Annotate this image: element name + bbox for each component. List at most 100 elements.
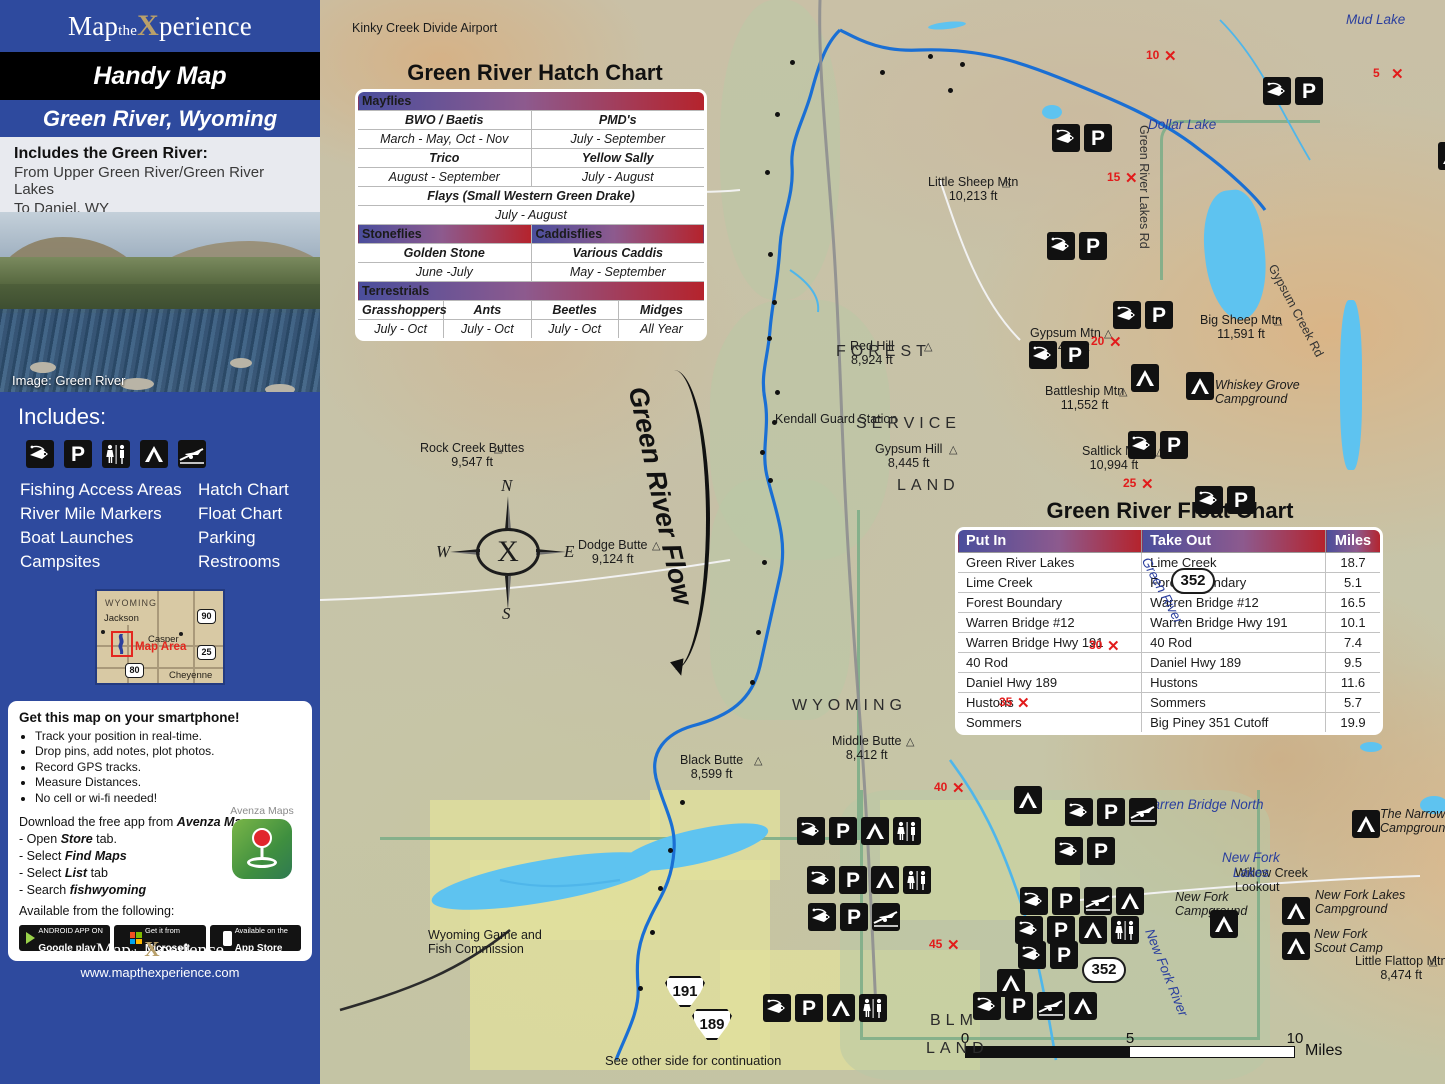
river-mile-marker: 35 bbox=[999, 695, 1013, 709]
parking-icon: P bbox=[1097, 798, 1125, 826]
float-chart-row: 40 Rod Daniel Hwy 189 9.5 bbox=[958, 652, 1380, 673]
mile-marker-cross-icon: ✕ bbox=[1391, 66, 1404, 83]
hatch-insect-name: Golden Stone bbox=[358, 243, 532, 263]
avenza-map-pin-icon bbox=[232, 818, 292, 879]
map-facility-icon-group[interactable] bbox=[1014, 786, 1042, 814]
river-access-point bbox=[658, 886, 663, 891]
hatch-section-label: Caddisflies bbox=[530, 224, 704, 244]
peak-triangle-icon: △ bbox=[906, 736, 915, 748]
map-facility-icon-group[interactable]: P bbox=[1128, 431, 1188, 459]
fishing-access-icon bbox=[763, 994, 791, 1022]
scale-tick-5: 5 bbox=[1125, 1030, 1135, 1047]
hatch-section-header: Mayflies bbox=[358, 92, 704, 111]
map-facility-icon-group[interactable] bbox=[1282, 932, 1310, 960]
float-chart-row: Green River Lakes Lime Creek 18.7 bbox=[958, 552, 1380, 573]
scale-bar-labels: 0 5 10 bbox=[961, 1030, 1304, 1047]
mile-marker-cross-icon: ✕ bbox=[1107, 638, 1120, 655]
svg-text:P: P bbox=[71, 443, 85, 466]
map-facility-icon-group[interactable]: P bbox=[1065, 798, 1157, 826]
map-facility-icon-group[interactable]: P bbox=[973, 992, 1097, 1020]
hatch-date-row: July - August bbox=[358, 205, 704, 225]
hatch-name-row: Flays (Small Western Green Drake) bbox=[358, 186, 704, 206]
fishing-access-icon bbox=[1047, 232, 1075, 260]
map-facility-icon-group[interactable]: P bbox=[1029, 341, 1089, 369]
map-facility-icon-group[interactable] bbox=[1131, 364, 1159, 392]
campsite-icon bbox=[1131, 364, 1159, 392]
upper-lake-strip bbox=[1340, 300, 1362, 470]
footer-url[interactable]: www.mapthexperience.com bbox=[0, 965, 320, 980]
campsite-icon bbox=[1116, 887, 1144, 915]
map-area-label: FOREST bbox=[836, 343, 931, 360]
river-access-point bbox=[768, 252, 773, 257]
hatch-insect-name: Various Caddis bbox=[530, 243, 704, 263]
float-take-out: Sommers bbox=[1141, 692, 1326, 713]
map-facility-icon-group[interactable]: P bbox=[1055, 837, 1115, 865]
map-facility-icon-group[interactable]: P bbox=[1263, 77, 1323, 105]
map-water-label: New Fork Lakes bbox=[1222, 850, 1280, 881]
map-facility-icon-group[interactable] bbox=[1282, 897, 1310, 925]
svg-text:P: P bbox=[1104, 801, 1118, 824]
fishing-access-icon bbox=[1195, 486, 1223, 514]
map-water-label: Mud Lake bbox=[1346, 12, 1406, 27]
inset-state-label: WYOMING bbox=[105, 597, 157, 608]
river-mile-marker: 15 bbox=[1107, 170, 1121, 184]
map-facility-icon-group[interactable] bbox=[1352, 810, 1380, 838]
river-access-point bbox=[668, 848, 673, 853]
app-step-3: - Search fishwyoming bbox=[19, 882, 147, 897]
map-canvas[interactable]: Green River Hatch Chart Mayflies BWO / Ba… bbox=[320, 0, 1445, 1084]
hatch-name-row: Grasshoppers Ants Beetles Midges bbox=[358, 300, 704, 320]
float-miles: 10.1 bbox=[1325, 612, 1380, 633]
map-place-label: Wyoming Game and Fish Commission bbox=[428, 928, 542, 956]
float-put-in: Daniel Hwy 189 bbox=[958, 672, 1143, 693]
inset-shield-90: 90 bbox=[197, 608, 216, 624]
map-peak-label: Rock Creek Buttes 9,547 ft bbox=[420, 441, 525, 469]
map-facility-icon-group[interactable] bbox=[1210, 910, 1238, 938]
brand-x: X bbox=[137, 9, 159, 42]
map-facility-icon-group[interactable]: P bbox=[1020, 887, 1144, 915]
river-access-point bbox=[638, 986, 643, 991]
svg-text:P: P bbox=[1068, 344, 1082, 367]
peak-triangle-icon: △ bbox=[1002, 177, 1011, 189]
fishing-access-icon bbox=[1128, 431, 1156, 459]
map-facility-icon-group[interactable]: P bbox=[808, 903, 900, 931]
map-facility-icon-group[interactable]: P bbox=[763, 994, 887, 1022]
float-put-in: 40 Rod bbox=[958, 652, 1143, 673]
map-facility-icon-group[interactable]: P bbox=[797, 817, 921, 845]
brand-map: Map bbox=[68, 11, 119, 41]
svg-text:P: P bbox=[1086, 235, 1100, 258]
campsite-icon bbox=[827, 994, 855, 1022]
svg-text:P: P bbox=[802, 997, 816, 1020]
river-mile-marker: 5 bbox=[1373, 66, 1380, 80]
legend-icon-row: P bbox=[26, 440, 320, 468]
dollar-lake-water bbox=[1042, 105, 1062, 119]
map-facility-icon-group[interactable]: P bbox=[1052, 124, 1112, 152]
map-facility-icon-group[interactable]: P bbox=[1047, 232, 1107, 260]
river-mile-marker: 40 bbox=[934, 780, 948, 794]
map-facility-icon-group[interactable]: P bbox=[1015, 916, 1139, 944]
fishing-access-icon bbox=[1029, 341, 1057, 369]
hatch-insect-dates: July - September bbox=[530, 129, 704, 149]
map-facility-icon-group[interactable] bbox=[1186, 372, 1214, 400]
map-facility-icon-group[interactable] bbox=[1438, 142, 1445, 170]
map-facility-icon-group[interactable]: P bbox=[1018, 941, 1078, 969]
hatch-insect-name: Ants bbox=[443, 300, 532, 320]
float-miles: 19.9 bbox=[1325, 712, 1380, 732]
river-access-point bbox=[948, 88, 953, 93]
river-mile-marker: 10 bbox=[1146, 48, 1160, 62]
float-chart-row: Daniel Hwy 189 Hustons 11.6 bbox=[958, 672, 1380, 693]
float-take-out: Big Piney 351 Cutoff bbox=[1141, 712, 1326, 732]
river-access-point bbox=[880, 70, 885, 75]
boat-launch-icon bbox=[1037, 992, 1065, 1020]
legend-section: Includes: P Fishing Access Areas River M… bbox=[0, 392, 320, 575]
map-facility-icon-group[interactable]: P bbox=[1113, 301, 1173, 329]
mile-marker-cross-icon: ✕ bbox=[1017, 695, 1030, 712]
boat-launch-icon bbox=[178, 440, 206, 468]
map-facility-icon-group[interactable]: P bbox=[807, 866, 931, 894]
float-take-out: Daniel Hwy 189 bbox=[1141, 652, 1326, 673]
hatch-insect-name: Flays (Small Western Green Drake) bbox=[358, 186, 704, 206]
svg-text:P: P bbox=[1094, 840, 1108, 863]
float-put-in: Lime Creek bbox=[958, 572, 1143, 593]
hatch-insect-name: Beetles bbox=[530, 300, 619, 320]
map-facility-icon-group[interactable]: P bbox=[1195, 486, 1255, 514]
inset-shield-80: 80 bbox=[125, 662, 144, 678]
